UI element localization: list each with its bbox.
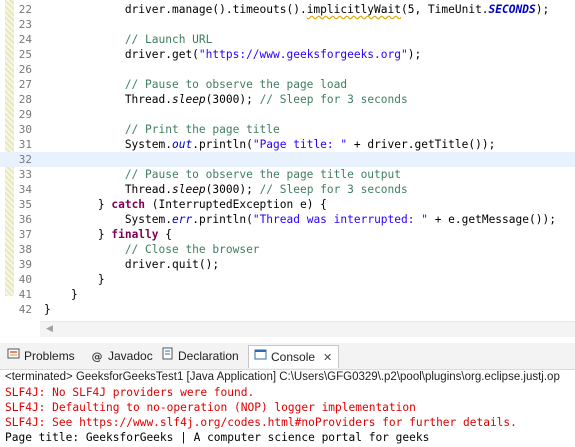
code-text[interactable]: System.out.println("Page title: " + driv… (44, 137, 496, 152)
code-comment[interactable]: // Close the browser (44, 242, 260, 257)
code-comment[interactable]: // Pause to observe the page title outpu… (44, 167, 401, 182)
code-text[interactable]: driver.quit(); (44, 257, 219, 272)
declaration-icon (160, 346, 174, 368)
code-line[interactable]: 30 // Print the page title (0, 122, 575, 137)
line-number: 34 (18, 183, 32, 196)
code-line[interactable]: 25 driver.get("https://www.geeksforgeeks… (0, 47, 575, 62)
line-number: 30 (18, 123, 32, 136)
console-icon (253, 347, 267, 369)
console-line: Page title: GeeksforGeeks | A computer s… (5, 431, 430, 444)
code-text[interactable]: Thread.sleep(3000); // Sleep for 3 secon… (44, 182, 408, 197)
line-number: 32 (18, 153, 32, 166)
code-line[interactable]: 35 } catch (InterruptedException e) { (0, 197, 575, 212)
close-icon[interactable]: ✕ (323, 352, 332, 364)
code-text[interactable]: Thread.sleep(3000); // Sleep for 3 secon… (44, 92, 408, 107)
code-line[interactable]: 31 System.out.println("Page title: " + d… (0, 137, 575, 152)
code-line[interactable]: 37 } finally { (0, 227, 575, 242)
line-number: 22 (18, 3, 32, 16)
code-comment[interactable]: // Launch URL (44, 32, 213, 47)
line-number: 40 (18, 273, 32, 286)
line-number: 41 (18, 288, 32, 301)
code-line[interactable]: 42 } (0, 302, 575, 317)
console-line: SLF4J: See https://www.slf4j.org/codes.h… (5, 416, 517, 429)
code-line[interactable]: 24 // Launch URL (0, 32, 575, 47)
line-number: 37 (18, 228, 32, 241)
code-text[interactable]: } (44, 302, 51, 317)
line-number: 25 (18, 48, 32, 61)
horizontal-scrollbar[interactable]: ◀ (40, 321, 575, 337)
code-text[interactable]: } catch (InterruptedException e) { (44, 197, 327, 212)
code-line[interactable]: 26 (0, 62, 575, 77)
scroll-left-arrow-icon[interactable]: ◀ (46, 324, 53, 334)
tab-console[interactable]: Console ✕ (248, 345, 340, 369)
code-text[interactable]: } (44, 272, 105, 287)
code-line[interactable]: 39 driver.quit(); (0, 257, 575, 272)
code-line[interactable]: 40 } (0, 272, 575, 287)
line-number: 38 (18, 243, 32, 256)
code-text[interactable]: } finally { (44, 227, 172, 242)
console-line: SLF4J: Defaulting to no-operation (NOP) … (5, 401, 416, 414)
code-line[interactable]: 22 driver.manage().timeouts().implicitly… (0, 2, 575, 17)
tab-declaration[interactable]: Declaration (160, 345, 239, 367)
line-number: 31 (18, 138, 32, 151)
code-line[interactable]: 38 // Close the browser (0, 242, 575, 257)
line-number: 24 (18, 33, 32, 46)
code-line[interactable]: 33 // Pause to observe the page title ou… (0, 167, 575, 182)
line-number: 28 (18, 93, 32, 106)
current-line[interactable]: 32 (0, 152, 575, 167)
tab-problems[interactable]: Problems (6, 345, 75, 367)
code-text[interactable]: System.err.println("Thread was interrupt… (44, 212, 556, 227)
line-number: 42 (18, 303, 32, 316)
line-number: 23 (18, 18, 32, 31)
console-status: <terminated> GeeksforGeeksTest1 [Java Ap… (5, 371, 560, 383)
code-line[interactable]: 29 (0, 107, 575, 122)
console-line: SLF4J: No SLF4J providers were found. (5, 386, 255, 399)
line-number: 29 (18, 108, 32, 121)
code-line[interactable]: 36 System.err.println("Thread was interr… (0, 212, 575, 227)
problems-icon (6, 346, 20, 368)
line-number: 36 (18, 213, 32, 226)
code-text[interactable]: driver.manage().timeouts().implicitlyWai… (44, 2, 549, 17)
javadoc-icon: @ (91, 350, 103, 363)
code-text[interactable]: } (44, 287, 78, 302)
bottom-panel-tabbar: Problems @ Javadoc Declaration Console ✕ (0, 343, 575, 370)
tab-label: Javadoc (108, 349, 153, 363)
line-number: 39 (18, 258, 32, 271)
code-line[interactable]: 23 (0, 17, 575, 32)
console-output[interactable]: <terminated> GeeksforGeeksTest1 [Java Ap… (0, 370, 575, 447)
code-line[interactable]: 41 } (0, 287, 575, 302)
line-number: 33 (18, 168, 32, 181)
code-line[interactable]: 27 // Pause to observe the page load (0, 77, 575, 92)
line-number: 26 (18, 63, 32, 76)
tab-label: Problems (24, 349, 75, 363)
code-editor[interactable]: 22 driver.manage().timeouts().implicitly… (0, 0, 575, 321)
code-text[interactable]: driver.get("https://www.geeksforgeeks.or… (44, 47, 421, 62)
code-comment[interactable]: // Pause to observe the page load (44, 77, 347, 92)
tab-label: Declaration (178, 349, 239, 363)
tab-label: Console (271, 350, 316, 364)
code-comment[interactable]: // Print the page title (44, 122, 280, 137)
tab-javadoc[interactable]: @ Javadoc (90, 345, 153, 367)
code-line[interactable]: 28 Thread.sleep(3000); // Sleep for 3 se… (0, 92, 575, 107)
line-number: 27 (18, 78, 32, 91)
code-line[interactable]: 34 Thread.sleep(3000); // Sleep for 3 se… (0, 182, 575, 197)
line-number: 35 (18, 198, 32, 211)
